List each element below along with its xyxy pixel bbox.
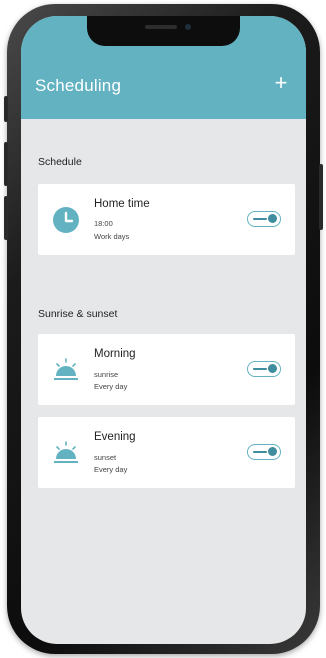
schedule-days: Every day [94, 465, 128, 474]
sun-horizon-icon [54, 358, 78, 380]
app-header: Scheduling + [21, 16, 306, 119]
phone-volume-up-button [4, 142, 8, 186]
schedule-event: sunset [94, 453, 117, 462]
schedule-days: Every day [94, 382, 128, 391]
toggle-track-line [253, 368, 267, 370]
schedule-name: Home time [94, 198, 150, 210]
schedule-name: Morning [94, 348, 136, 360]
schedule-card-morning[interactable]: Morning sunrise Every day [38, 334, 295, 405]
toggle-knob [268, 214, 277, 223]
schedule-card-home-time[interactable]: Home time 18:00 Work days [38, 184, 295, 255]
toggle-track-line [253, 218, 267, 220]
schedule-toggle[interactable] [247, 211, 281, 227]
schedule-name: Evening [94, 431, 136, 443]
clock-icon [53, 207, 79, 233]
schedule-days: Work days [94, 232, 130, 241]
app-screen: Scheduling + Schedule Home time 18:00 Wo… [21, 16, 306, 644]
schedule-card-evening[interactable]: Evening sunset Every day [38, 417, 295, 488]
phone-frame: Scheduling + Schedule Home time 18:00 Wo… [4, 4, 323, 654]
front-camera [185, 24, 191, 30]
phone-notch [87, 16, 240, 46]
schedule-toggle[interactable] [247, 444, 281, 460]
schedule-toggle[interactable] [247, 361, 281, 377]
section-title-schedule: Schedule [38, 156, 82, 168]
section-title-sunrise-sunset: Sunrise & sunset [38, 308, 118, 320]
phone-volume-down-button [4, 196, 8, 240]
toggle-knob [268, 447, 277, 456]
toggle-knob [268, 364, 277, 373]
schedule-event: sunrise [94, 370, 119, 379]
speaker-grille [145, 25, 177, 29]
add-schedule-button[interactable]: + [270, 72, 292, 94]
schedule-time: 18:00 [94, 219, 113, 228]
page-title: Scheduling [35, 76, 122, 95]
phone-side-button [4, 96, 8, 122]
phone-power-button [319, 164, 323, 230]
toggle-track-line [253, 451, 267, 453]
sun-horizon-icon [54, 441, 78, 463]
